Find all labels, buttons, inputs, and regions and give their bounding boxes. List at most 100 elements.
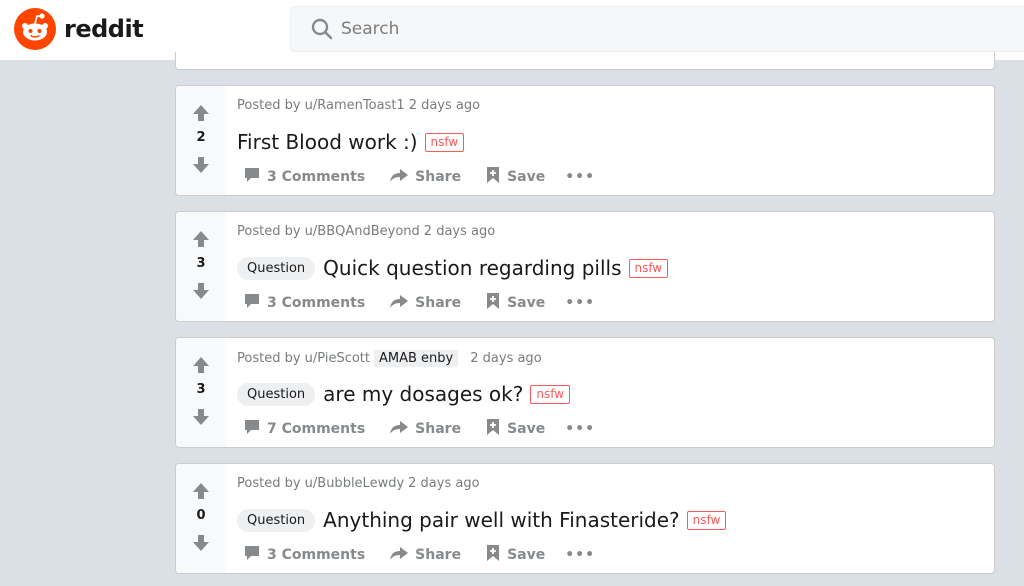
post-content: Posted by u/BubbleLewdy 2 days ago Quest… [237,464,986,573]
downvote-icon[interactable] [192,534,210,552]
comments-label: 3 Comments [267,547,366,563]
reddit-wordmark: reddit [64,15,144,43]
bookmark-icon [485,418,507,440]
nsfw-badge: nsfw [530,384,571,404]
upvote-icon[interactable] [192,482,210,500]
post-meta: Posted by u/PieScott AMAB enby 2 days ag… [237,350,542,367]
share-label: Share [415,295,462,311]
post-flair-badge[interactable]: Question [237,256,316,280]
post-title[interactable]: Anything pair well with Finasteride? [323,508,680,532]
share-label: Share [415,547,462,563]
post-author[interactable]: Posted by u/BBQAndBeyond [237,224,420,239]
post-card[interactable]: 2 Posted by u/RamenToast1 2 days ago Fir… [175,85,995,196]
comments-button[interactable]: 3 Comments [243,292,365,314]
post-meta: Posted by u/BBQAndBeyond 2 days ago [237,224,495,239]
share-button[interactable]: Share [389,418,461,440]
post-flair-badge[interactable]: Question [237,382,316,406]
downvote-icon[interactable] [192,156,210,174]
more-options-icon[interactable]: ••• [565,547,595,563]
post-time[interactable]: 2 days ago [408,476,479,491]
post-card[interactable]: 3 Posted by u/BBQAndBeyond 2 days ago Qu… [175,211,995,322]
comments-label: 3 Comments [267,169,366,185]
share-icon [389,292,415,314]
bookmark-icon [485,166,507,188]
share-icon [389,418,415,440]
title-row: Question Anything pair well with Finaste… [237,508,727,532]
save-label: Save [507,547,546,563]
more-options-icon[interactable]: ••• [565,421,595,437]
share-icon [389,166,415,188]
downvote-icon[interactable] [192,408,210,426]
post-time[interactable]: 2 days ago [424,224,495,239]
vote-column: 2 [176,86,226,195]
save-button[interactable]: Save [485,418,545,440]
post-actions: 3 Comments Share Save ••• [243,166,595,188]
vote-column: 3 [176,212,226,321]
search-icon [311,18,333,44]
vote-column: 0 [176,464,226,573]
user-flair: AMAB enby [374,350,459,367]
share-label: Share [415,169,462,185]
post-meta: Posted by u/BubbleLewdy 2 days ago [237,476,480,491]
save-label: Save [507,295,546,311]
post-content: Posted by u/PieScott AMAB enby 2 days ag… [237,338,986,447]
post-author[interactable]: Posted by u/BubbleLewdy [237,476,404,491]
comments-label: 7 Comments [267,421,366,437]
share-icon [389,544,415,566]
title-row: First Blood work :) nsfw [237,130,465,154]
post-card[interactable]: 0 Posted by u/BubbleLewdy 2 days ago Que… [175,463,995,574]
post-content: Posted by u/BBQAndBeyond 2 days ago Ques… [237,212,986,321]
top-header: reddit [0,0,1024,60]
vote-score: 3 [196,382,206,397]
vote-score: 0 [196,508,206,523]
snoo-icon [14,8,56,50]
more-options-icon[interactable]: ••• [565,295,595,311]
bookmark-icon [485,544,507,566]
comment-icon [243,418,267,440]
save-button[interactable]: Save [485,544,545,566]
share-button[interactable]: Share [389,166,461,188]
reddit-logo[interactable]: reddit [14,8,144,50]
search-bar[interactable] [290,6,1024,52]
post-title[interactable]: Quick question regarding pills [323,256,621,280]
post-time[interactable]: 2 days ago [470,351,541,366]
comment-icon [243,292,267,314]
comments-button[interactable]: 7 Comments [243,418,365,440]
nsfw-badge: nsfw [424,132,465,152]
post-flair-badge[interactable]: Question [237,508,316,532]
upvote-icon[interactable] [192,230,210,248]
search-input[interactable] [341,7,941,51]
save-label: Save [507,421,546,437]
share-button[interactable]: Share [389,292,461,314]
post-author[interactable]: Posted by u/RamenToast1 [237,98,405,113]
comments-button[interactable]: 3 Comments [243,544,365,566]
post-actions: 7 Comments Share Save ••• [243,418,595,440]
comment-icon [243,544,267,566]
downvote-icon[interactable] [192,282,210,300]
share-button[interactable]: Share [389,544,461,566]
share-label: Share [415,421,462,437]
nsfw-badge: nsfw [686,510,727,530]
bookmark-icon [485,292,507,314]
title-row: Question are my dosages ok? nsfw [237,382,571,406]
post-card[interactable]: 3 Posted by u/PieScott AMAB enby 2 days … [175,337,995,448]
title-row: Question Quick question regarding pills … [237,256,669,280]
post-time[interactable]: 2 days ago [409,98,480,113]
post-title[interactable]: are my dosages ok? [323,382,523,406]
post-actions: 3 Comments Share Save ••• [243,544,595,566]
vote-score: 2 [196,130,206,145]
vote-score: 3 [196,256,206,271]
comments-button[interactable]: 3 Comments [243,166,365,188]
more-options-icon[interactable]: ••• [565,169,595,185]
post-meta: Posted by u/RamenToast1 2 days ago [237,98,480,113]
post-title[interactable]: First Blood work :) [237,130,418,154]
post-author[interactable]: Posted by u/PieScott [237,351,370,366]
comments-label: 3 Comments [267,295,366,311]
comment-icon [243,166,267,188]
save-button[interactable]: Save [485,166,545,188]
upvote-icon[interactable] [192,356,210,374]
upvote-icon[interactable] [192,104,210,122]
vote-column: 3 [176,338,226,447]
post-content: Posted by u/RamenToast1 2 days ago First… [237,86,986,195]
save-button[interactable]: Save [485,292,545,314]
